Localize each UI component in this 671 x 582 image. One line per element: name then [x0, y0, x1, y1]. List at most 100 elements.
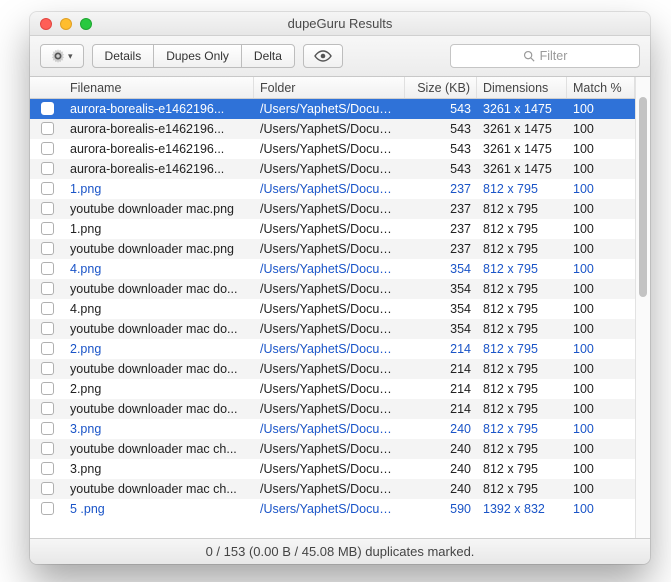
table-row[interactable]: youtube downloader mac ch.../Users/Yaphe… — [30, 479, 635, 499]
cell-match: 100 — [567, 400, 635, 418]
row-checkbox[interactable] — [30, 500, 64, 517]
cell-match: 100 — [567, 240, 635, 258]
cell-match: 100 — [567, 380, 635, 398]
row-checkbox[interactable] — [30, 440, 64, 457]
cell-folder: /Users/YaphetS/Docume... — [254, 360, 405, 378]
column-checkbox[interactable] — [30, 77, 64, 98]
quicklook-button[interactable] — [303, 44, 343, 68]
scrollbar-thumb[interactable] — [639, 97, 647, 297]
row-checkbox[interactable] — [30, 160, 64, 177]
cell-match: 100 — [567, 300, 635, 318]
row-checkbox[interactable] — [30, 480, 64, 497]
cell-dimensions: 3261 x 1475 — [477, 100, 567, 118]
cell-size: 240 — [405, 420, 477, 438]
cell-size: 543 — [405, 100, 477, 118]
cell-match: 100 — [567, 100, 635, 118]
table-row[interactable]: 2.png/Users/YaphetS/Docume...214812 x 79… — [30, 379, 635, 399]
table-row[interactable]: youtube downloader mac do.../Users/Yaphe… — [30, 279, 635, 299]
table-row[interactable]: 4.png/Users/YaphetS/Docume...354812 x 79… — [30, 259, 635, 279]
cell-match: 100 — [567, 260, 635, 278]
cell-match: 100 — [567, 440, 635, 458]
details-button[interactable]: Details — [92, 44, 155, 68]
actions-menu-button[interactable]: ▾ — [40, 44, 84, 68]
column-match[interactable]: Match % — [567, 77, 635, 98]
table-row[interactable]: youtube downloader mac ch.../Users/Yaphe… — [30, 439, 635, 459]
table-row[interactable]: 1.png/Users/YaphetS/Docume...237812 x 79… — [30, 179, 635, 199]
cell-dimensions: 812 x 795 — [477, 320, 567, 338]
delta-button[interactable]: Delta — [241, 44, 295, 68]
row-checkbox[interactable] — [30, 240, 64, 257]
cell-dimensions: 812 x 795 — [477, 260, 567, 278]
cell-dimensions: 1392 x 832 — [477, 500, 567, 518]
cell-size: 237 — [405, 180, 477, 198]
table-row[interactable]: aurora-borealis-e1462196.../Users/Yaphet… — [30, 139, 635, 159]
table-row[interactable]: youtube downloader mac do.../Users/Yaphe… — [30, 399, 635, 419]
table-row[interactable]: aurora-borealis-e1462196.../Users/Yaphet… — [30, 159, 635, 179]
vertical-scrollbar[interactable] — [635, 77, 650, 538]
table-row[interactable]: 4.png/Users/YaphetS/Docume...354812 x 79… — [30, 299, 635, 319]
cell-size: 214 — [405, 340, 477, 358]
cell-folder: /Users/YaphetS/Docume... — [254, 120, 405, 138]
cell-size: 543 — [405, 120, 477, 138]
cell-match: 100 — [567, 360, 635, 378]
cell-size: 240 — [405, 460, 477, 478]
row-checkbox[interactable] — [30, 100, 64, 117]
table-row[interactable]: 2.png/Users/YaphetS/Docume...214812 x 79… — [30, 339, 635, 359]
dupes-only-button[interactable]: Dupes Only — [153, 44, 242, 68]
cell-filename: 5 .png — [64, 500, 254, 518]
table-row[interactable]: aurora-borealis-e1462196.../Users/Yaphet… — [30, 119, 635, 139]
row-checkbox[interactable] — [30, 280, 64, 297]
row-checkbox[interactable] — [30, 400, 64, 417]
row-checkbox[interactable] — [30, 260, 64, 277]
table-row[interactable]: 1.png/Users/YaphetS/Docume...237812 x 79… — [30, 219, 635, 239]
row-checkbox[interactable] — [30, 140, 64, 157]
view-segment: Details Dupes Only Delta — [92, 44, 295, 68]
row-checkbox[interactable] — [30, 360, 64, 377]
toolbar: ▾ Details Dupes Only Delta Filter — [30, 36, 650, 77]
row-checkbox[interactable] — [30, 220, 64, 237]
search-input[interactable]: Filter — [450, 44, 640, 68]
cell-dimensions: 812 x 795 — [477, 480, 567, 498]
column-filename[interactable]: Filename — [64, 77, 254, 98]
cell-folder: /Users/YaphetS/Docume... — [254, 240, 405, 258]
cell-dimensions: 812 x 795 — [477, 300, 567, 318]
row-checkbox[interactable] — [30, 380, 64, 397]
cell-folder: /Users/YaphetS/Docume... — [254, 300, 405, 318]
cell-filename: youtube downloader mac do... — [64, 360, 254, 378]
table-row[interactable]: youtube downloader mac.png/Users/YaphetS… — [30, 239, 635, 259]
cell-match: 100 — [567, 480, 635, 498]
table-row[interactable]: youtube downloader mac.png/Users/YaphetS… — [30, 199, 635, 219]
table-row[interactable]: youtube downloader mac do.../Users/Yaphe… — [30, 319, 635, 339]
cell-dimensions: 3261 x 1475 — [477, 140, 567, 158]
cell-size: 354 — [405, 280, 477, 298]
row-checkbox[interactable] — [30, 340, 64, 357]
window-title: dupeGuru Results — [30, 16, 650, 31]
cell-match: 100 — [567, 140, 635, 158]
table-row[interactable]: 5 .png/Users/YaphetS/Docume...5901392 x … — [30, 499, 635, 519]
cell-match: 100 — [567, 220, 635, 238]
cell-filename: aurora-borealis-e1462196... — [64, 120, 254, 138]
table-row[interactable]: 3.png/Users/YaphetS/Docume...240812 x 79… — [30, 419, 635, 439]
cell-filename: 1.png — [64, 180, 254, 198]
table-row[interactable]: youtube downloader mac do.../Users/Yaphe… — [30, 359, 635, 379]
column-dimensions[interactable]: Dimensions — [477, 77, 567, 98]
table-row[interactable]: 3.png/Users/YaphetS/Docume...240812 x 79… — [30, 459, 635, 479]
row-checkbox[interactable] — [30, 300, 64, 317]
cell-folder: /Users/YaphetS/Docume... — [254, 440, 405, 458]
cell-size: 543 — [405, 140, 477, 158]
row-checkbox[interactable] — [30, 180, 64, 197]
cell-filename: 3.png — [64, 420, 254, 438]
column-size[interactable]: Size (KB) — [405, 77, 477, 98]
table-row[interactable]: aurora-borealis-e1462196.../Users/Yaphet… — [30, 99, 635, 119]
column-folder[interactable]: Folder — [254, 77, 405, 98]
cell-size: 237 — [405, 240, 477, 258]
table-body: aurora-borealis-e1462196.../Users/Yaphet… — [30, 99, 635, 538]
row-checkbox[interactable] — [30, 320, 64, 337]
cell-folder: /Users/YaphetS/Docume... — [254, 480, 405, 498]
cell-folder: /Users/YaphetS/Docume... — [254, 160, 405, 178]
row-checkbox[interactable] — [30, 120, 64, 137]
row-checkbox[interactable] — [30, 460, 64, 477]
row-checkbox[interactable] — [30, 420, 64, 437]
cell-dimensions: 812 x 795 — [477, 440, 567, 458]
row-checkbox[interactable] — [30, 200, 64, 217]
